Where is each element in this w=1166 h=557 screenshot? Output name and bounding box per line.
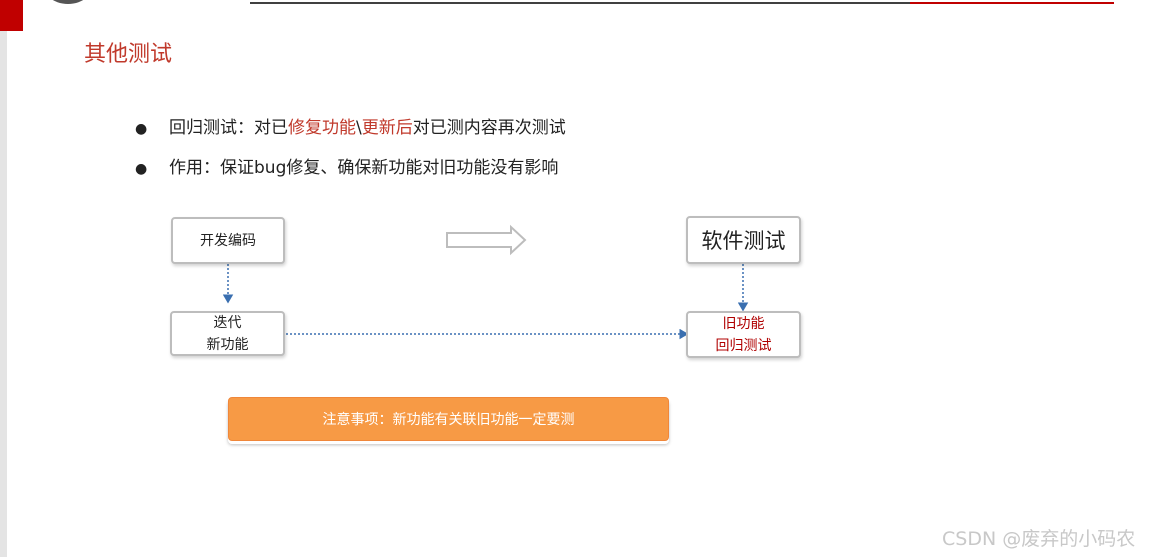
iterate-new-feature-box: 迭代 新功能 <box>170 311 285 356</box>
hollow-right-arrow-icon <box>446 224 527 256</box>
dev-coding-box: 开发编码 <box>171 217 285 264</box>
iterate-line1: 迭代 <box>213 314 242 331</box>
old-feature-regression-box: 旧功能 回归测试 <box>686 311 801 358</box>
note-banner: 注意事项：新功能有关联旧功能一定要测 <box>228 397 669 441</box>
software-testing-box: 软件测试 <box>686 216 801 264</box>
iterate-line2: 新功能 <box>206 336 249 353</box>
regress-line2: 回归测试 <box>715 337 772 354</box>
watermark: CSDN @废弃的小码农 <box>942 528 1136 550</box>
regress-line1: 旧功能 <box>722 315 765 332</box>
diagram-connectors <box>222 224 749 340</box>
